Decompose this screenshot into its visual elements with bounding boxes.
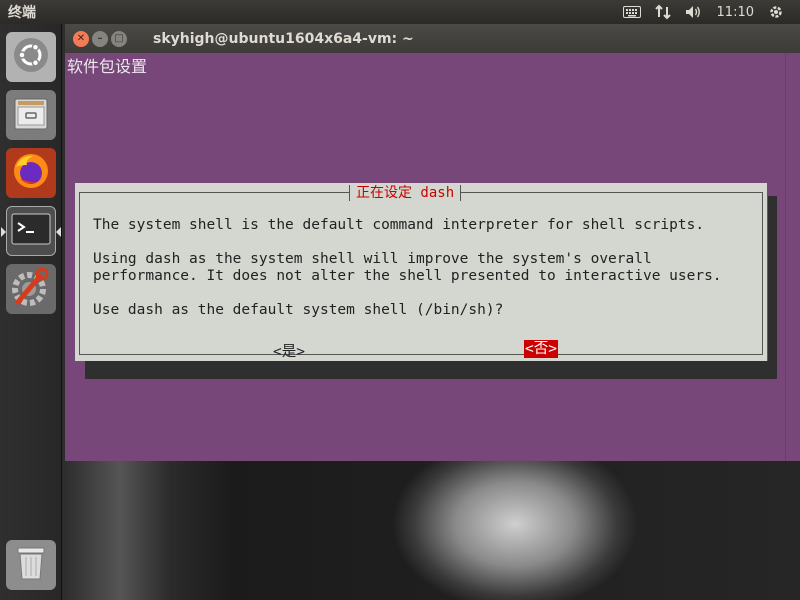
maximize-button[interactable]: □ (111, 30, 127, 47)
active-app-title: 终端 (8, 5, 36, 21)
running-indicator (1, 227, 6, 237)
terminal-scrollbar[interactable] (785, 53, 800, 461)
dialog-text-line: Using dash as the system shell will impr… (93, 251, 652, 267)
close-icon: ✕ (76, 32, 86, 44)
minimize-icon: – (97, 32, 103, 44)
settings-gear-icon[interactable] (768, 4, 784, 20)
minimize-button[interactable]: – (92, 30, 108, 47)
launcher (0, 24, 62, 600)
dialog-shadow-bottom (85, 361, 777, 379)
firefox-icon (11, 151, 51, 195)
launcher-trash[interactable] (6, 540, 56, 590)
dialog-question: Use dash as the default system shell (/b… (93, 302, 504, 318)
keyboard-icon[interactable] (622, 5, 641, 19)
indicator-area: 11:10 (622, 4, 800, 20)
terminal-window: ✕ – □ skyhigh@ubuntu1604x6a4-vm: ~ 软件包设置… (65, 24, 800, 461)
window-titlebar[interactable]: ✕ – □ skyhigh@ubuntu1604x6a4-vm: ~ (65, 24, 800, 53)
files-icon (12, 94, 50, 136)
debconf-dialog: 正在设定 dash The system shell is the defaul… (75, 183, 767, 361)
window-title: skyhigh@ubuntu1604x6a4-vm: ~ (153, 30, 414, 47)
launcher-terminal[interactable] (1, 206, 61, 256)
dialog-shadow (768, 196, 777, 379)
settings-icon (10, 266, 52, 312)
dialog-text-line: The system shell is the default command … (93, 217, 705, 233)
terminal-icon (11, 213, 51, 249)
network-icon[interactable] (654, 4, 671, 20)
top-panel: 终端 11:10 (0, 0, 800, 24)
no-button[interactable]: <否> (524, 340, 558, 358)
ubuntu-logo-icon (12, 36, 50, 78)
dialog-title: 正在设定 dash (349, 185, 462, 201)
clock-time[interactable]: 11:10 (717, 5, 754, 20)
active-indicator (56, 227, 61, 237)
terminal-area[interactable]: 软件包设置 正在设定 dash The system shell is the … (65, 53, 785, 461)
maximize-icon: □ (114, 32, 124, 44)
dialog-text-line: performance. It does not alter the shell… (93, 268, 722, 284)
yes-button[interactable]: <是> (273, 340, 305, 361)
close-button[interactable]: ✕ (73, 30, 89, 47)
launcher-firefox[interactable] (6, 148, 56, 198)
volume-icon[interactable] (685, 4, 703, 20)
trash-icon (14, 544, 48, 586)
launcher-files[interactable] (6, 90, 56, 140)
package-config-header: 软件包设置 (67, 57, 148, 76)
launcher-system-settings[interactable] (6, 264, 56, 314)
launcher-ubuntu-dash[interactable] (6, 32, 56, 82)
